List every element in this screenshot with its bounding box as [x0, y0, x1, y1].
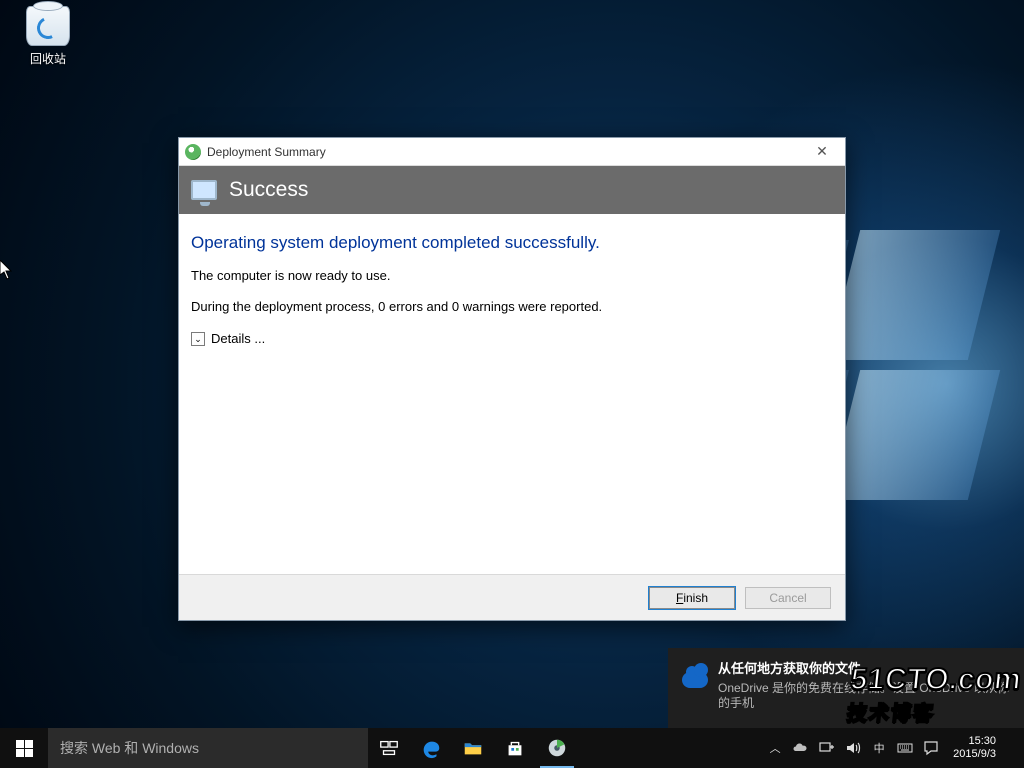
search-placeholder: 搜索 Web 和 Windows — [60, 738, 199, 758]
window-title: Deployment Summary — [207, 145, 326, 159]
chevron-down-icon: ⌄ — [191, 332, 205, 346]
deployment-summary-dialog: Deployment Summary ✕ Success Operating s… — [178, 137, 846, 621]
volume-tray-icon[interactable] — [845, 740, 861, 756]
clock[interactable]: 15:30 2015/9/3 — [949, 735, 1000, 760]
action-center-icon[interactable] — [923, 740, 939, 756]
file-explorer-button[interactable] — [452, 728, 494, 768]
tray-chevron-up-icon[interactable]: ︿ — [767, 740, 783, 756]
ime-tray-icon[interactable]: 中 — [871, 740, 887, 756]
onedrive-notification[interactable]: 从任何地方获取你的文件 OneDrive 是你的免费在线存储。设置 OneDri… — [668, 648, 1024, 728]
windows-logo-icon — [16, 740, 33, 757]
store-button[interactable] — [494, 728, 536, 768]
notification-body: OneDrive 是你的免费在线存储。设置 OneDrive 以从你的手机 — [718, 681, 1010, 711]
recycle-bin-icon — [26, 6, 70, 46]
clock-date: 2015/9/3 — [953, 748, 996, 761]
recycle-bin-label: 回收站 — [14, 50, 82, 67]
system-tray: ︿ 中 15:30 2015/9/3 — [759, 728, 1024, 768]
keyboard-tray-icon[interactable] — [897, 740, 913, 756]
app-icon — [185, 144, 201, 160]
dialog-content: Operating system deployment completed su… — [179, 214, 845, 574]
edge-button[interactable] — [410, 728, 452, 768]
status-banner-text: Success — [229, 178, 308, 202]
recycle-bin-desktop-icon[interactable]: 回收站 — [14, 6, 82, 67]
clock-time: 15:30 — [953, 735, 996, 748]
onedrive-tray-icon[interactable] — [793, 740, 809, 756]
details-label: Details ... — [211, 331, 265, 348]
folder-icon — [462, 737, 484, 759]
body-line-1: The computer is now ready to use. — [191, 268, 827, 285]
status-banner: Success — [179, 166, 845, 214]
details-expander[interactable]: ⌄ Details ... — [191, 331, 265, 348]
deployment-app-taskbar-button[interactable] — [536, 728, 578, 768]
heading: Operating system deployment completed su… — [191, 232, 827, 254]
network-tray-icon[interactable] — [819, 740, 835, 756]
body-line-2: During the deployment process, 0 errors … — [191, 299, 827, 316]
titlebar[interactable]: Deployment Summary ✕ — [179, 138, 845, 166]
close-button[interactable]: ✕ — [805, 138, 839, 165]
edge-icon — [420, 737, 442, 759]
cancel-button: Cancel — [745, 587, 831, 609]
dialog-footer: Finish Cancel — [179, 574, 845, 620]
search-input[interactable]: 搜索 Web 和 Windows — [48, 728, 368, 768]
store-icon — [504, 737, 526, 759]
finish-button[interactable]: Finish — [649, 587, 735, 609]
onedrive-icon — [682, 672, 708, 688]
taskbar: 搜索 Web 和 Windows ︿ 中 15:30 2 — [0, 728, 1024, 768]
task-view-button[interactable] — [368, 728, 410, 768]
monitor-icon — [191, 180, 217, 200]
task-view-icon — [378, 737, 400, 759]
notification-title: 从任何地方获取你的文件 — [718, 658, 1010, 677]
disc-icon — [546, 737, 568, 759]
start-button[interactable] — [0, 728, 48, 768]
mouse-cursor — [0, 260, 14, 280]
